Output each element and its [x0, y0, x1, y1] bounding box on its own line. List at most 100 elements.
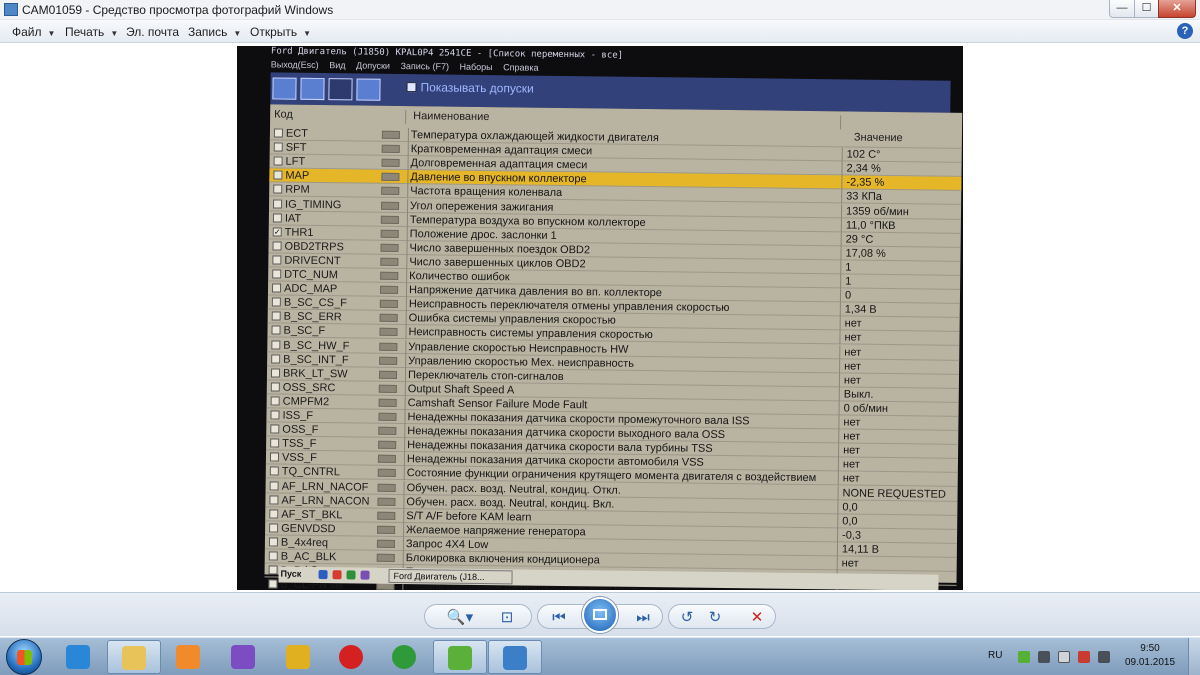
next-icon[interactable]: ⏭	[628, 605, 658, 630]
row-checkbox	[272, 213, 282, 223]
taskbar-button[interactable]	[217, 640, 271, 674]
app-icon	[286, 645, 310, 669]
row-checkbox	[272, 255, 282, 265]
row-pin-icon	[380, 215, 399, 224]
taskbar-button[interactable]	[272, 640, 326, 674]
delete-icon[interactable]: ✕	[743, 605, 771, 630]
slideshow-button[interactable]	[582, 597, 618, 633]
previous-icon[interactable]: ⏮	[544, 605, 574, 630]
row-checkbox	[271, 325, 281, 335]
row-value: нет	[839, 316, 960, 333]
row-pin-icon	[379, 342, 398, 351]
start-button[interactable]	[6, 639, 42, 675]
row-checkbox	[272, 269, 282, 279]
clock-time[interactable]: 9:50	[1130, 643, 1170, 654]
menu-email[interactable]: Эл. почта	[126, 25, 179, 39]
clock-date[interactable]: 09.01.2015	[1123, 657, 1177, 668]
row-checkbox	[269, 523, 279, 533]
device-icon[interactable]	[1058, 651, 1070, 663]
rotate-ccw-icon[interactable]: ↺	[673, 605, 701, 630]
taskbar-button[interactable]	[378, 640, 432, 674]
signal-icon[interactable]	[1038, 651, 1050, 663]
taskbar-button[interactable]	[52, 640, 106, 674]
row-value: нет	[838, 373, 960, 389]
language-indicator[interactable]: RU	[988, 650, 1002, 661]
menu-open[interactable]: Открыть ▼	[250, 25, 311, 39]
zoom-fit-group: 🔍▾ ⊡	[424, 604, 532, 629]
row-code: OBD2TRPS	[284, 240, 344, 254]
chevron-down-icon: ▼	[233, 29, 242, 38]
row-checkbox	[269, 495, 279, 505]
show-desktop-button[interactable]	[1188, 638, 1200, 675]
row-value: 0,0	[837, 514, 958, 530]
maximize-button[interactable]: ☐	[1134, 0, 1159, 18]
menu-print[interactable]: Печать ▼	[65, 25, 118, 39]
minimize-button[interactable]: —	[1109, 0, 1135, 18]
row-checkbox	[270, 368, 281, 378]
row-pin-icon	[380, 257, 399, 266]
row-code: TSS_F	[282, 437, 317, 451]
photo-viewer-icon	[4, 3, 18, 16]
row-code: GENVDSD	[281, 522, 336, 536]
row-value: 17,08 %	[840, 246, 961, 262]
row-value: 0	[839, 288, 961, 304]
scanner-app-title: Ford Двигатель (J1850) KPAL0P4 2541CE - …	[270, 46, 624, 61]
row-checkbox	[273, 170, 283, 180]
scanner-list-icon	[328, 78, 353, 101]
utorrent-tray-icon[interactable]	[1018, 651, 1030, 663]
taskbar-button[interactable]	[162, 640, 216, 674]
taskbar-button[interactable]	[107, 640, 161, 674]
taskbar-button[interactable]	[433, 640, 487, 674]
row-value: 1	[840, 274, 961, 290]
row-checkbox	[268, 537, 278, 547]
volume-icon[interactable]	[1098, 651, 1110, 663]
explorer-icon	[122, 646, 146, 670]
row-pin-icon	[376, 553, 395, 562]
close-button[interactable]: ✕	[1158, 0, 1196, 18]
row-code: AF_ST_BKL	[281, 508, 343, 522]
scanner-task-button: Ford Двигатель (J18...	[388, 568, 513, 585]
row-value: 1	[840, 260, 961, 276]
taskbar-button[interactable]	[488, 640, 542, 674]
row-value: 14,11 В	[836, 542, 957, 558]
row-checkbox: ✓	[272, 227, 282, 237]
row-code: B_SC_CS_F	[283, 296, 347, 310]
row-value: нет	[837, 471, 958, 488]
row-pin-icon	[379, 314, 398, 323]
row-code: DRIVECNT	[284, 254, 341, 268]
row-value: 2,34 %	[841, 161, 962, 178]
row-value: Выкл.	[838, 387, 959, 403]
row-checkbox	[271, 354, 281, 364]
row-checkbox	[271, 297, 281, 307]
row-value: нет	[838, 415, 959, 431]
scanner-menu-record: Запись (F7)	[400, 60, 450, 72]
row-code: B_4x4req	[280, 536, 329, 550]
row-checkbox	[270, 396, 280, 406]
row-code: OSS_SRC	[282, 381, 336, 395]
row-checkbox	[268, 579, 278, 589]
row-code: DTC_NUM	[284, 268, 339, 282]
row-pin-icon	[377, 497, 396, 506]
fit-window-icon[interactable]: ⊡	[493, 605, 521, 630]
row-checkbox	[269, 452, 280, 462]
rotate-cw-icon[interactable]: ↻	[701, 605, 729, 630]
menu-file[interactable]: Файл ▼	[12, 25, 55, 39]
row-pin-icon	[380, 243, 399, 252]
row-value: 1359 об/мин	[840, 203, 962, 220]
row-code: IAT	[284, 212, 302, 225]
taskbar-button[interactable]	[325, 640, 379, 674]
row-pin-icon	[381, 130, 400, 139]
menu-open-label: Открыть	[250, 25, 298, 39]
help-icon[interactable]: ?	[1177, 23, 1193, 39]
row-pin-icon	[378, 426, 397, 436]
menu-print-label: Печать	[65, 25, 105, 39]
menu-burn[interactable]: Запись ▼	[188, 25, 241, 39]
row-value: 0,0	[837, 499, 958, 516]
network-icon[interactable]	[1078, 651, 1090, 663]
row-pin-icon	[379, 299, 398, 309]
chevron-down-icon: ▼	[303, 29, 312, 38]
zoom-icon[interactable]: 🔍▾	[445, 605, 475, 630]
photo-viewer-icon	[503, 646, 527, 670]
system-tray: RU 9:50 09.01.2015	[980, 638, 1200, 675]
vs-icon	[231, 645, 255, 669]
